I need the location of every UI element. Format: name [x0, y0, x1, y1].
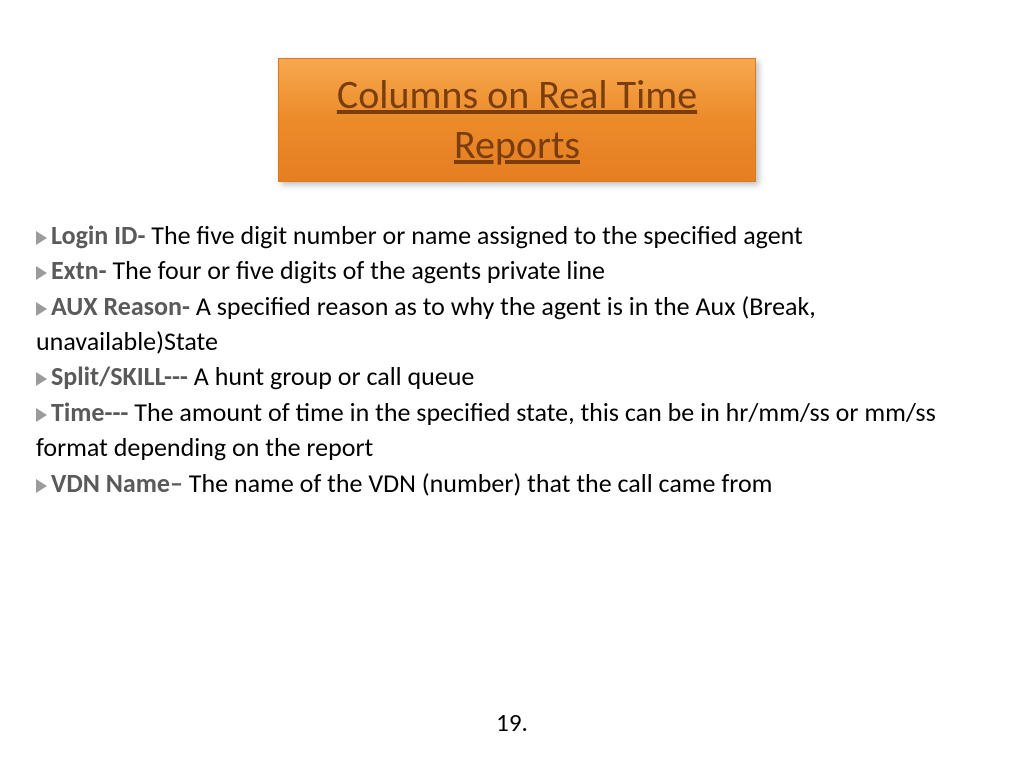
description: The name of the VDN (number) that the ca…	[183, 467, 773, 499]
page-number: 19.	[0, 707, 1024, 738]
list-item: Time--- The amount of time in the specif…	[36, 395, 988, 466]
term: Split/SKILL	[51, 360, 164, 392]
separator: ---	[105, 396, 129, 428]
separator: –	[170, 467, 183, 499]
bullet-icon	[36, 479, 47, 493]
description: The amount of time in the specified stat…	[36, 396, 936, 463]
separator: ---	[164, 360, 188, 392]
bullet-icon	[36, 372, 47, 386]
separator: -	[182, 290, 190, 322]
description: The five digit number or name assigned t…	[145, 219, 802, 251]
bullet-icon	[36, 302, 47, 316]
list-item: Split/SKILL--- A hunt group or call queu…	[36, 359, 988, 394]
list-item: Extn- The four or five digits of the age…	[36, 253, 988, 288]
slide: Columns on Real Time Reports Login ID- T…	[0, 0, 1024, 768]
term: Extn	[51, 254, 99, 286]
term: Time	[51, 396, 105, 428]
list-item: Login ID- The five digit number or name …	[36, 218, 988, 253]
bullet-icon	[36, 266, 47, 280]
term: AUX Reason	[51, 290, 182, 322]
separator: -	[99, 254, 107, 286]
term: Login ID	[51, 219, 137, 251]
term: VDN Name	[51, 467, 170, 499]
bullet-icon	[36, 408, 47, 422]
title-box: Columns on Real Time Reports	[278, 58, 756, 182]
list-item: AUX Reason- A specified reason as to why…	[36, 289, 988, 360]
bullet-icon	[36, 231, 47, 245]
description: A hunt group or call queue	[188, 360, 474, 392]
content-area: Login ID- The five digit number or name …	[36, 218, 988, 501]
list-item: VDN Name– The name of the VDN (number) t…	[36, 466, 988, 501]
slide-title: Columns on Real Time Reports	[279, 70, 755, 170]
description: The four or five digits of the agents pr…	[107, 254, 605, 286]
